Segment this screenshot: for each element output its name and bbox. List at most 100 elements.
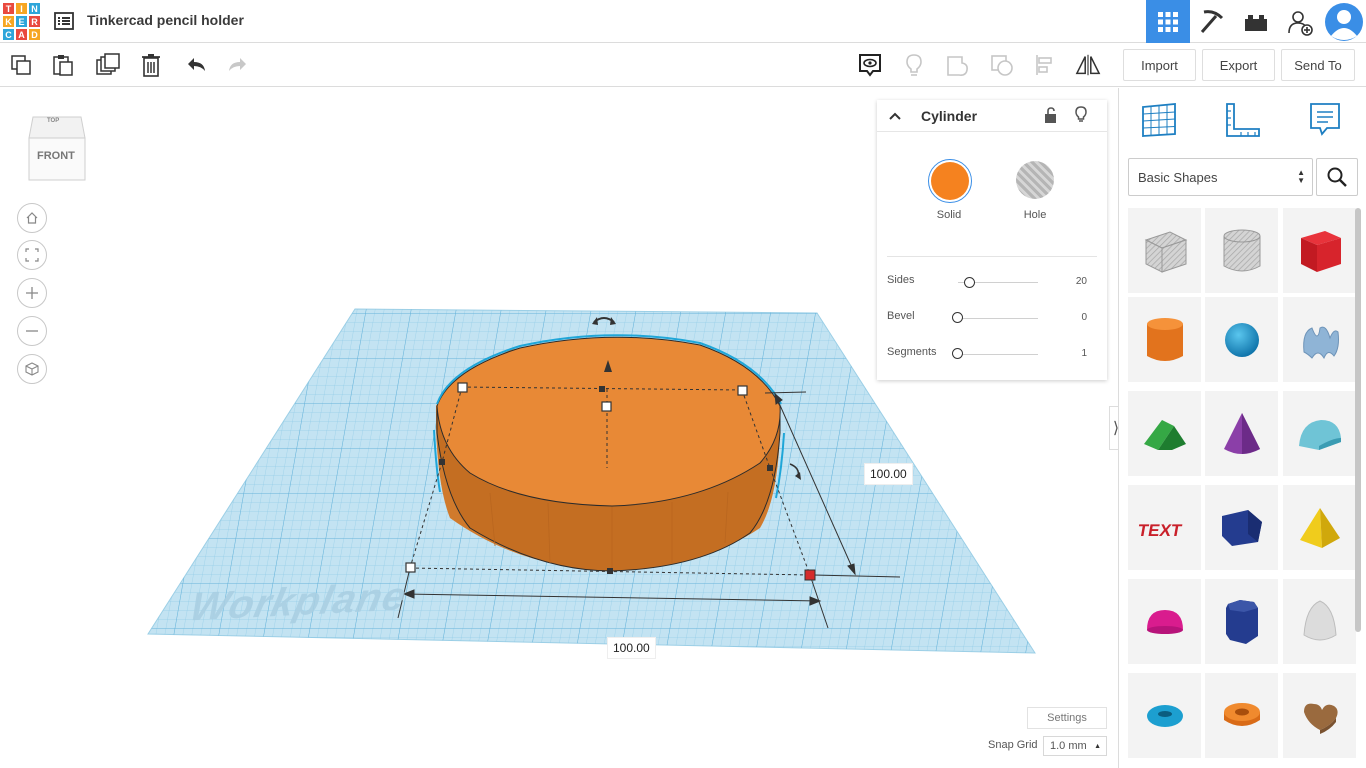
corner-handle-active[interactable]	[804, 569, 816, 581]
height-handle[interactable]	[601, 401, 612, 412]
logo-letter: I	[15, 2, 28, 15]
bricks-icon[interactable]	[1234, 0, 1278, 43]
bevel-value[interactable]: 0	[1062, 312, 1087, 323]
light-bulb-icon[interactable]	[1074, 105, 1088, 123]
panel-scrollbar[interactable]	[1355, 208, 1361, 632]
logo-letter: T	[2, 2, 15, 15]
notes-icon[interactable]	[1305, 100, 1345, 140]
settings-button[interactable]: Settings	[1027, 707, 1107, 729]
sphere-shape[interactable]	[1205, 297, 1278, 382]
shape-category-select[interactable]: Basic Shapes ▲ ▼	[1128, 158, 1313, 196]
collapse-chevron-icon[interactable]	[888, 109, 902, 123]
pickaxe-icon[interactable]	[1190, 0, 1234, 43]
edge-handle[interactable]	[767, 465, 773, 471]
group-icon[interactable]	[945, 52, 971, 78]
heart-shape[interactable]	[1283, 673, 1356, 758]
mirror-icon[interactable]	[1075, 52, 1101, 78]
ruler-icon[interactable]	[1223, 100, 1263, 140]
send-to-button[interactable]: Send To	[1281, 49, 1355, 81]
inspector-header: Cylinder	[877, 100, 1107, 132]
edge-handle[interactable]	[607, 568, 613, 574]
design-title[interactable]: Tinkercad pencil holder	[87, 12, 244, 28]
zoom-out-icon[interactable]	[17, 316, 47, 346]
segments-value[interactable]: 1	[1062, 348, 1087, 359]
tinkercad-logo[interactable]: T I N K E R C A D	[2, 2, 41, 41]
logo-letter: K	[2, 15, 15, 28]
depth-dimension[interactable]: 100.00	[864, 463, 913, 485]
pyramid-shape[interactable]	[1283, 485, 1356, 570]
paste-icon[interactable]	[50, 52, 76, 78]
toolbar: Import Export Send To	[0, 44, 1366, 87]
segments-slider-knob[interactable]	[952, 348, 963, 359]
torus-shape[interactable]	[1128, 673, 1201, 758]
edge-handle[interactable]	[599, 386, 605, 392]
edge-handle[interactable]	[439, 459, 445, 465]
view-cube-top[interactable]: TOP	[47, 118, 59, 124]
search-button[interactable]	[1316, 158, 1358, 196]
cylinder-hole-shape[interactable]	[1205, 208, 1278, 293]
grid-view-icon[interactable]	[1146, 0, 1190, 43]
note-icon[interactable]	[857, 52, 883, 78]
view-cube-front[interactable]: FRONT	[37, 150, 75, 162]
inspector-title: Cylinder	[921, 108, 978, 124]
snap-grid-select[interactable]: 1.0 mm ▲	[1043, 736, 1107, 756]
solid-label: Solid	[936, 209, 962, 221]
caret-up-icon: ▲	[1094, 743, 1101, 750]
select-arrows-icon: ▲ ▼	[1297, 168, 1305, 185]
design-list-icon[interactable]	[53, 10, 75, 32]
solid-swatch[interactable]	[931, 162, 969, 200]
corner-handle[interactable]	[405, 562, 416, 573]
box-hole-shape[interactable]	[1128, 208, 1201, 293]
svg-text:TEXT: TEXT	[1138, 520, 1184, 540]
corner-handle[interactable]	[737, 385, 748, 396]
perspective-icon[interactable]	[17, 354, 47, 384]
segments-label: Segments	[887, 346, 937, 358]
hexagonal-prism-shape[interactable]	[1205, 579, 1278, 664]
cylinder-shape[interactable]	[1128, 297, 1201, 382]
home-view-icon[interactable]	[17, 203, 47, 233]
redo-icon[interactable]	[225, 52, 251, 78]
logo-letter: R	[28, 15, 41, 28]
text-shape[interactable]: TEXT	[1128, 485, 1201, 570]
snap-grid-value: 1.0 mm	[1050, 740, 1087, 752]
fit-view-icon[interactable]	[17, 240, 47, 270]
zoom-in-icon[interactable]	[17, 278, 47, 308]
polygon-prism-shape[interactable]	[1205, 485, 1278, 570]
duplicate-icon[interactable]	[95, 52, 121, 78]
tube-shape[interactable]	[1205, 673, 1278, 758]
bevel-slider[interactable]	[958, 318, 1038, 319]
align-icon[interactable]	[1033, 52, 1059, 78]
light-bulb-icon[interactable]	[901, 52, 927, 78]
scribble-shape[interactable]	[1283, 297, 1356, 382]
roof-shape[interactable]	[1128, 391, 1201, 476]
hole-option[interactable]	[1016, 161, 1054, 199]
cone-shape[interactable]	[1205, 391, 1278, 476]
corner-handle[interactable]	[457, 382, 468, 393]
import-button[interactable]: Import	[1123, 49, 1196, 81]
export-button[interactable]: Export	[1202, 49, 1275, 81]
add-user-icon[interactable]	[1278, 0, 1322, 43]
shape-category-value: Basic Shapes	[1138, 169, 1218, 185]
lock-icon[interactable]	[1043, 106, 1059, 124]
workplane-grid-icon[interactable]	[1139, 100, 1179, 140]
ungroup-icon[interactable]	[989, 52, 1015, 78]
logo-letter: A	[15, 28, 28, 41]
shape-inspector: Cylinder Solid Hole Sides 20 Bevel 0 Seg…	[877, 100, 1107, 380]
undo-icon[interactable]	[183, 52, 209, 78]
logo-letter: E	[15, 15, 28, 28]
delete-icon[interactable]	[138, 52, 164, 78]
logo-letter: D	[28, 28, 41, 41]
segments-slider[interactable]	[958, 354, 1038, 355]
sides-value[interactable]: 20	[1062, 276, 1087, 287]
paraboloid-shape[interactable]	[1283, 579, 1356, 664]
bevel-slider-knob[interactable]	[952, 312, 963, 323]
round-roof-shape[interactable]	[1283, 391, 1356, 476]
width-dimension[interactable]: 100.00	[607, 637, 656, 659]
avatar[interactable]	[1322, 0, 1366, 43]
sides-slider-knob[interactable]	[964, 277, 975, 288]
box-shape[interactable]	[1283, 208, 1356, 293]
search-icon	[1327, 167, 1347, 187]
hole-label: Hole	[1023, 209, 1047, 221]
half-sphere-shape[interactable]	[1128, 579, 1201, 664]
copy-icon[interactable]	[8, 52, 34, 78]
